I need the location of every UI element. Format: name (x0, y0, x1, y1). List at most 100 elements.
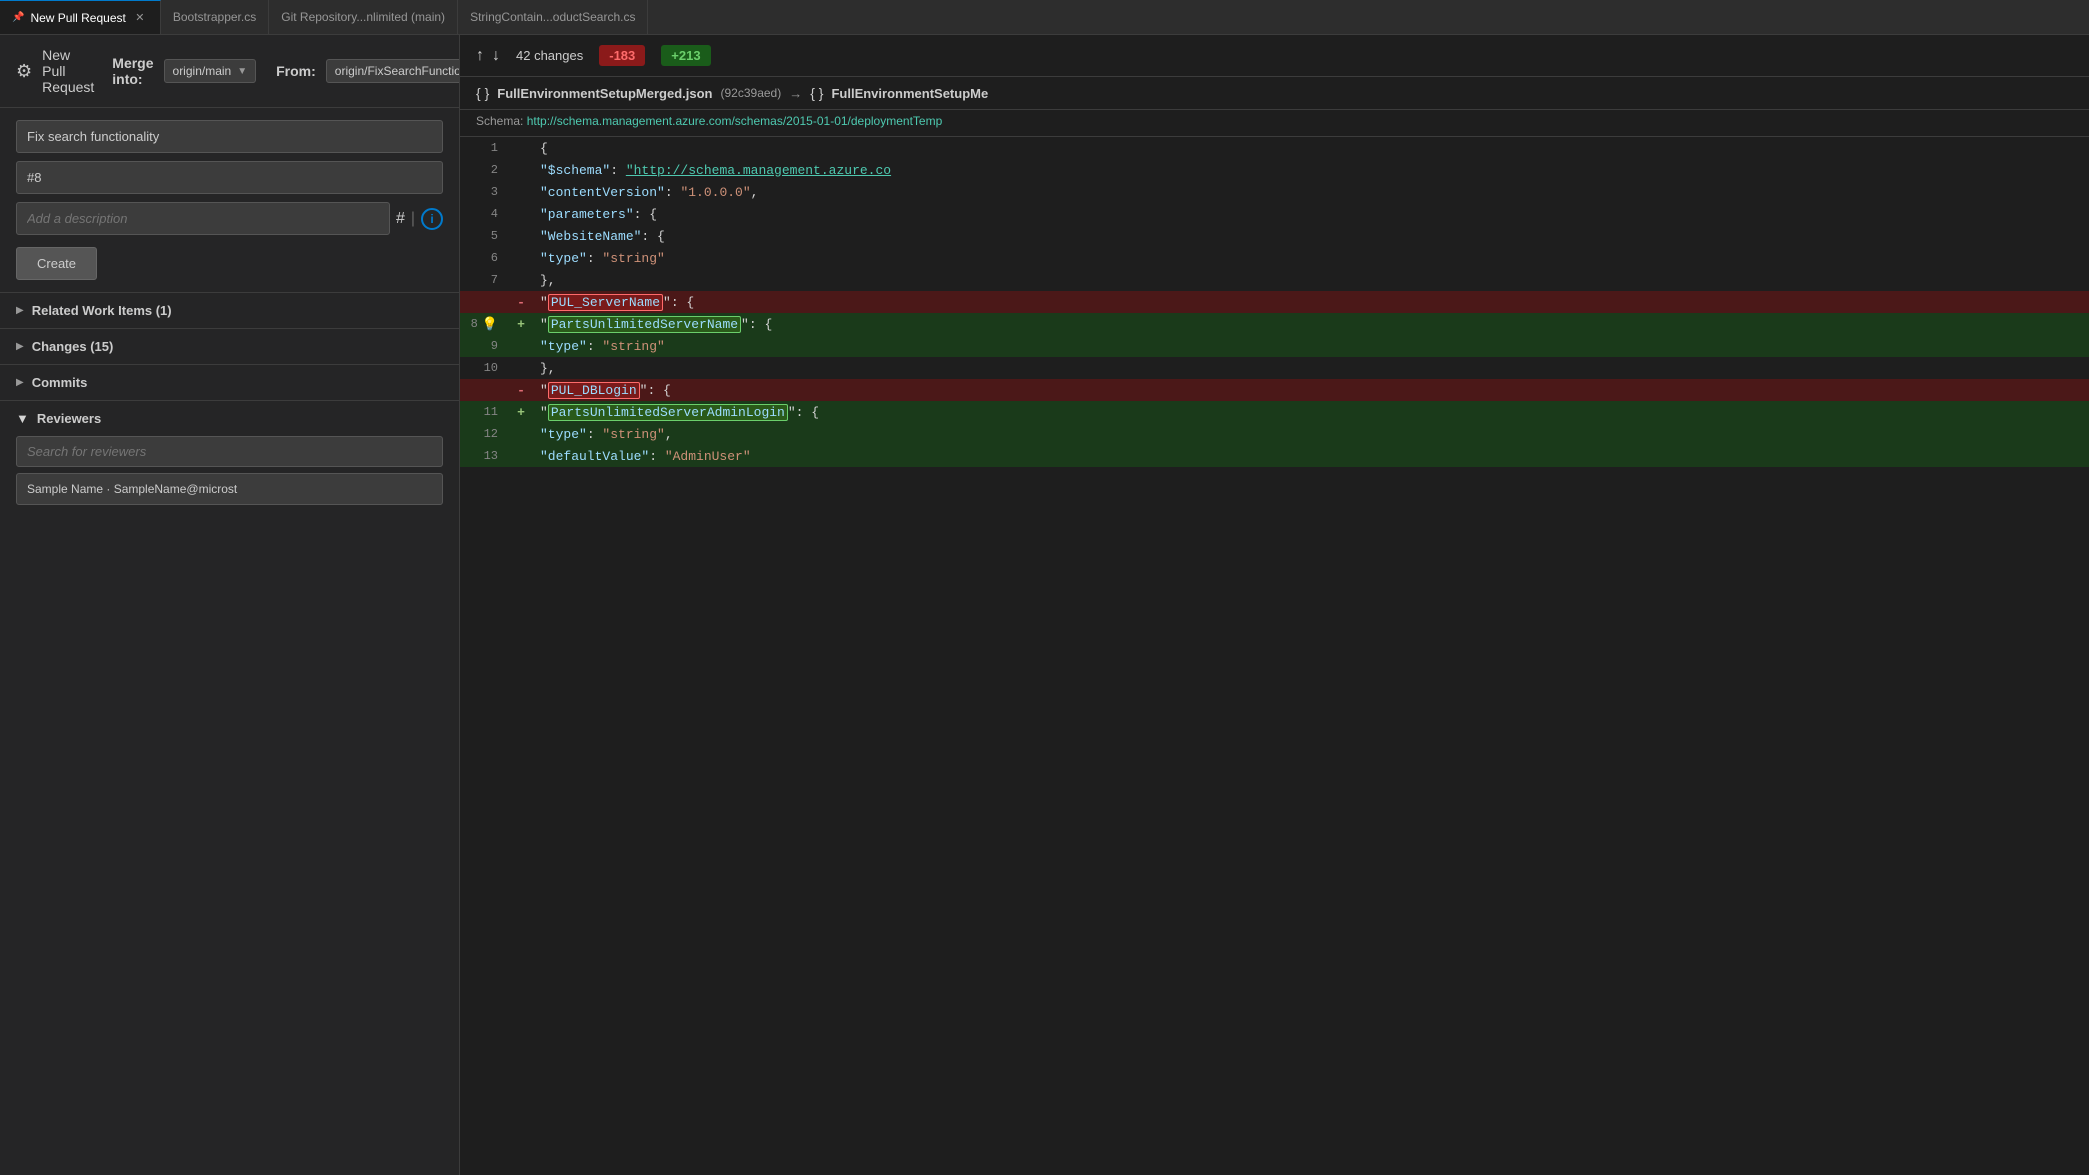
description-row: # | i (16, 202, 443, 235)
line-number: 9 (460, 335, 510, 357)
create-button[interactable]: Create (16, 247, 97, 280)
line-indicator (510, 137, 532, 159)
line-number: 1 (460, 137, 510, 159)
code-line: 4 "parameters": { (460, 203, 2089, 225)
line-number: 8 💡 (460, 313, 510, 335)
code-line: 7 }, (460, 269, 2089, 291)
arrow-down-icon[interactable]: ↓ (492, 47, 500, 65)
file-name-right: FullEnvironmentSetupMe (831, 86, 988, 101)
changes-arrows: ↑ ↓ (476, 47, 500, 65)
tab-string-contain[interactable]: StringContain...oductSearch.cs (458, 0, 648, 34)
tab-label: StringContain...oductSearch.cs (470, 10, 635, 24)
title-input[interactable] (16, 120, 443, 153)
merge-into-label: Merge into: (112, 55, 153, 87)
tab-close-button[interactable]: ✕ (132, 10, 148, 26)
code-line: 9 "type": "string" (460, 335, 2089, 357)
section-header-work-items[interactable]: ▶ Related Work Items (1) (16, 303, 443, 318)
pr-number-input[interactable] (16, 161, 443, 194)
schema-label: Schema: (476, 114, 523, 128)
tab-label: Git Repository...nlimited (main) (281, 10, 445, 24)
line-indicator (510, 225, 532, 247)
line-number: 12 (460, 423, 510, 445)
section-header-commits[interactable]: ▶ Commits (16, 375, 443, 390)
hash-icon: # (396, 210, 405, 228)
line-content: "parameters": { (532, 203, 2089, 225)
section-title-changes: Changes (15) (32, 339, 114, 354)
line-indicator-minus: - (510, 291, 532, 313)
code-line-added: 11 + "PartsUnlimitedServerAdminLogin": { (460, 401, 2089, 423)
line-number: 3 (460, 181, 510, 203)
line-number: 4 (460, 203, 510, 225)
merge-branch-arrow-icon: ▼ (237, 66, 247, 77)
tab-bar: 📌 New Pull Request ✕ Bootstrapper.cs Git… (0, 0, 2089, 35)
arrow-right-icon: → (789, 86, 802, 101)
file-hash: (92c39aed) (721, 86, 782, 100)
reviewers-title: Reviewers (37, 411, 101, 426)
line-indicator (510, 181, 532, 203)
lightbulb-icon: 💡 (482, 317, 498, 332)
chevron-down-icon-reviewers: ▼ (16, 411, 29, 426)
line-indicator (510, 335, 532, 357)
line-content: "WebsiteName": { (532, 225, 2089, 247)
tab-git-repository[interactable]: Git Repository...nlimited (main) (269, 0, 458, 34)
from-branch-selector[interactable]: origin/FixSearchFunctionality ▼ (326, 59, 460, 83)
line-indicator (510, 159, 532, 181)
line-number: 7 (460, 269, 510, 291)
from-branch-value: origin/FixSearchFunctionality (335, 64, 460, 78)
search-reviewers-input[interactable] (16, 436, 443, 467)
from-label: From: (276, 63, 316, 79)
code-line: 10 }, (460, 357, 2089, 379)
reviewer-name: Sample Name · SampleName@microst (27, 482, 237, 496)
code-area[interactable]: 1 { 2 "$schema": "http://schema.manageme… (460, 137, 2089, 1175)
line-number: 10 (460, 357, 510, 379)
schema-bar: Schema: http://schema.management.azure.c… (460, 110, 2089, 137)
pr-header: ⚙ New Pull Request Merge into: origin/ma… (0, 35, 459, 108)
line-content: "contentVersion": "1.0.0.0", (532, 181, 2089, 203)
line-content: }, (532, 357, 2089, 379)
line-indicator-plus: + (510, 401, 532, 423)
file-name-left: FullEnvironmentSetupMerged.json (497, 86, 712, 101)
pr-icon: ⚙ (16, 57, 32, 85)
line-content: }, (532, 269, 2089, 291)
line-content: "type": "string", (532, 423, 2089, 445)
section-changes: ▶ Changes (15) (0, 328, 459, 364)
code-line-added: 8 💡 + "PartsUnlimitedServerName": { (460, 313, 2089, 335)
description-input[interactable] (16, 202, 390, 235)
line-content: "type": "string" (532, 335, 2089, 357)
line-number: 5 (460, 225, 510, 247)
schema-url: http://schema.management.azure.com/schem… (527, 114, 943, 128)
additions-badge: +213 (661, 45, 710, 66)
code-line-deleted: - "PUL_DBLogin": { (460, 379, 2089, 401)
line-indicator (510, 445, 532, 467)
code-line: 1 { (460, 137, 2089, 159)
code-line: 13 "defaultValue": "AdminUser" (460, 445, 2089, 467)
code-line: 12 "type": "string", (460, 423, 2089, 445)
line-number: 11 (460, 401, 510, 423)
arrow-up-icon[interactable]: ↑ (476, 47, 484, 65)
reviewers-section: ▼ Reviewers Sample Name · SampleName@mic… (0, 400, 459, 515)
divider: | (411, 210, 415, 228)
line-content: "PUL_DBLogin": { (532, 379, 2089, 401)
code-line: 6 "type": "string" (460, 247, 2089, 269)
code-line: 2 "$schema": "http://schema.management.a… (460, 159, 2089, 181)
chevron-right-icon: ▶ (16, 305, 24, 316)
reviewer-item: Sample Name · SampleName@microst (16, 473, 443, 505)
diff-header: ↑ ↓ 42 changes -183 +213 (460, 35, 2089, 77)
merge-branch-selector[interactable]: origin/main ▼ (164, 59, 257, 83)
section-title-commits: Commits (32, 375, 88, 390)
reviewers-header[interactable]: ▼ Reviewers (16, 411, 443, 426)
chevron-right-icon-changes: ▶ (16, 341, 24, 352)
tab-bootstrapper[interactable]: Bootstrapper.cs (161, 0, 269, 34)
line-indicator (510, 423, 532, 445)
left-panel: ⚙ New Pull Request Merge into: origin/ma… (0, 35, 460, 1175)
line-content: "PartsUnlimitedServerName": { (532, 313, 2089, 335)
section-title-work-items: Related Work Items (1) (32, 303, 172, 318)
section-header-changes[interactable]: ▶ Changes (15) (16, 339, 443, 354)
deletions-badge: -183 (599, 45, 645, 66)
info-icon[interactable]: i (421, 208, 443, 230)
tab-new-pull-request[interactable]: 📌 New Pull Request ✕ (0, 0, 161, 34)
line-indicator (510, 269, 532, 291)
tab-label: New Pull Request (30, 11, 125, 25)
file-icon-right: { } (810, 85, 823, 101)
tab-pin-icon: 📌 (12, 12, 24, 23)
